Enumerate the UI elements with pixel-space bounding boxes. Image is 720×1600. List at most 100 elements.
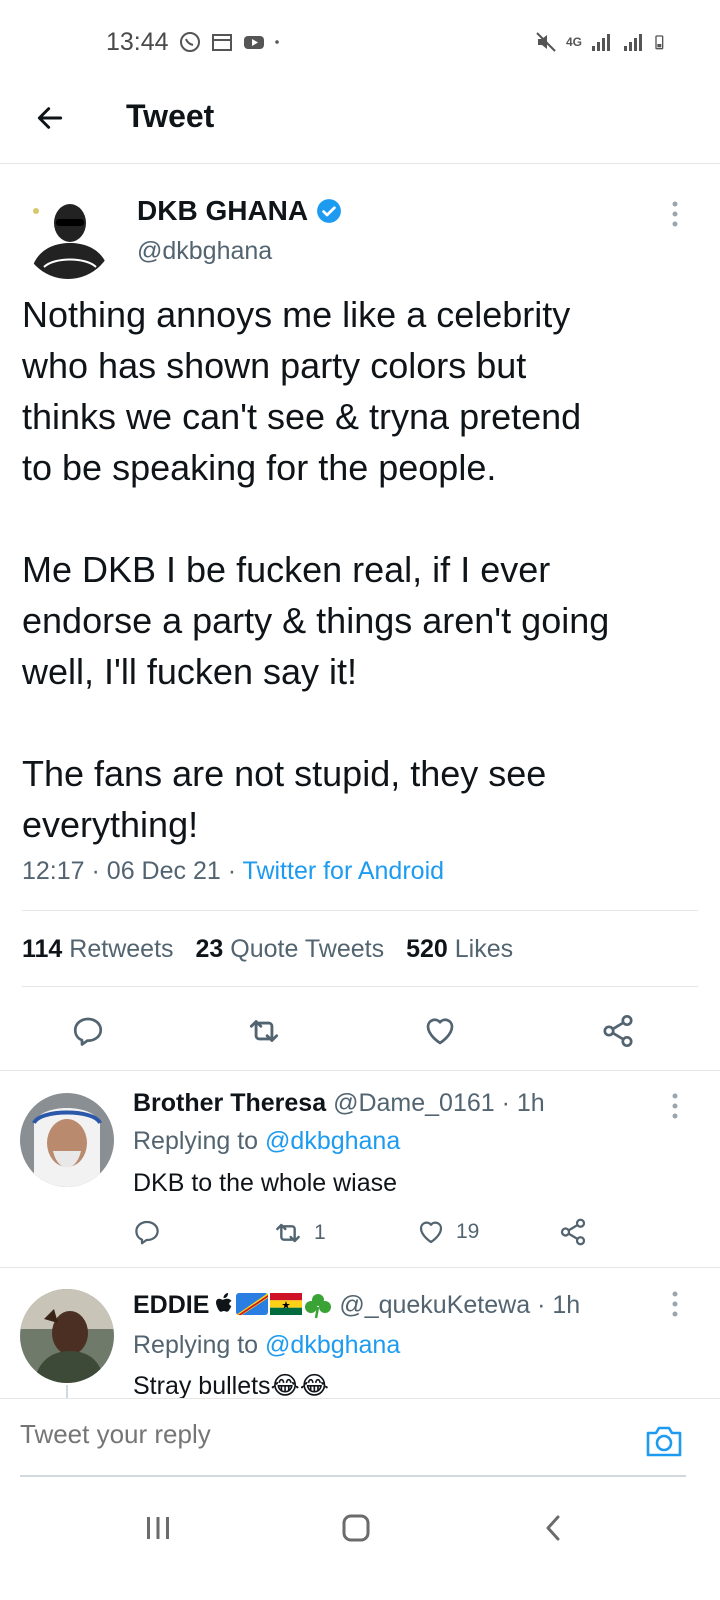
reply-input[interactable] — [20, 1419, 620, 1450]
back-nav-button[interactable] — [524, 1508, 584, 1548]
divider — [0, 1267, 720, 1268]
replying-to-handle[interactable]: @dkbghana — [265, 1331, 400, 1359]
whatsapp-icon — [180, 32, 200, 52]
author-handle[interactable]: @dkbghana — [137, 237, 272, 266]
tweet-stats: 114 Retweets 23 Quote Tweets 520 Likes — [22, 935, 513, 964]
apple-logo-icon — [216, 1293, 232, 1313]
quote-label: Quote Tweets — [230, 935, 385, 963]
system-icons: 4G — [534, 30, 670, 54]
reply-avatar[interactable] — [20, 1093, 114, 1187]
recents-icon — [147, 1517, 169, 1539]
youtube-icon — [244, 36, 264, 49]
reply-text: DKB to the whole wiase — [133, 1169, 398, 1197]
signal-2-icon — [624, 34, 642, 51]
chevron-left-icon — [546, 1515, 560, 1541]
divider — [22, 910, 698, 911]
author-name[interactable]: DKB GHANA — [137, 195, 342, 227]
retweets-count: 114 — [22, 935, 63, 963]
tweet-time: 12:17 — [22, 857, 85, 885]
verified-badge-icon — [317, 199, 342, 223]
name-emoji-flags — [216, 1293, 332, 1319]
reply-age: 1h — [516, 1089, 545, 1117]
tweet-line: endorse a party & things aren't going — [22, 600, 610, 641]
reply-retweet-button[interactable]: 1 — [272, 1217, 326, 1249]
composer-underline — [20, 1475, 686, 1477]
reply-header: Brother Theresa @Dame_0161 · 1h — [133, 1089, 545, 1117]
reply-icon — [135, 1220, 159, 1245]
heart-icon — [419, 1221, 443, 1244]
more-vertical-icon[interactable] — [670, 199, 680, 229]
tweet-actions — [0, 1007, 720, 1067]
quote-count: 23 — [195, 935, 224, 963]
reply-like-button[interactable]: 19 — [416, 1217, 479, 1247]
heart-icon — [426, 1018, 454, 1045]
retweet-button[interactable] — [244, 1011, 284, 1051]
shamrock-icon — [305, 1294, 332, 1319]
retweets-label: Retweets — [69, 935, 174, 963]
reply-header: EDDIE @_quekuKetewa · 1h — [133, 1291, 581, 1319]
reply-tweet[interactable]: EDDIE @_quekuKetewa · 1h Replying to @dk… — [0, 1271, 720, 1398]
back-button[interactable] — [30, 98, 70, 138]
like-button[interactable] — [420, 1011, 460, 1051]
tweet-line: Nothing annoys me like a celebrity — [22, 294, 571, 335]
retweet-icon — [249, 1020, 279, 1042]
tweet-timestamp: 12:17 · 06 Dec 21 · Twitter for Android — [22, 857, 445, 885]
arrow-left-icon — [37, 107, 63, 129]
tweet-source-link[interactable]: Twitter for Android — [243, 857, 444, 885]
replying-to-handle[interactable]: @dkbghana — [265, 1127, 400, 1155]
reply-composer — [0, 1398, 720, 1478]
network-type: 4G — [565, 35, 582, 49]
tweet-date: 06 Dec 21 — [106, 857, 221, 885]
tweet-line: who has shown party colors but — [22, 345, 527, 386]
drc-flag-icon — [236, 1293, 269, 1316]
likes-count: 520 — [406, 935, 448, 963]
reply-author-name[interactable]: EDDIE — [133, 1291, 209, 1319]
ghana-flag-icon — [270, 1293, 303, 1316]
status-bar: 13:44 4G — [0, 0, 720, 88]
replying-to: Replying to @dkbghana — [133, 1331, 400, 1360]
reply-retweet-count: 1 — [314, 1221, 326, 1244]
retweets-stat[interactable]: 114 Retweets — [22, 935, 174, 964]
app-header: Tweet — [0, 88, 720, 164]
system-nav-bar — [0, 1480, 720, 1600]
likes-label: Likes — [454, 935, 514, 963]
recents-button[interactable] — [128, 1508, 188, 1548]
reply-author-handle[interactable]: @Dame_0161 — [333, 1089, 495, 1117]
reply-author-name[interactable]: Brother Theresa — [133, 1089, 326, 1117]
reply-tweet[interactable]: Brother Theresa @Dame_0161 · 1h Replying… — [0, 1071, 720, 1269]
reply-age: 1h — [552, 1291, 581, 1319]
likes-stat[interactable]: 520 Likes — [406, 935, 513, 964]
mute-icon — [536, 32, 556, 52]
page-title: Tweet — [126, 98, 215, 134]
signal-icon — [592, 34, 610, 51]
author-avatar[interactable] — [22, 187, 114, 279]
dot-icon — [275, 40, 279, 44]
reply-author-handle[interactable]: @_quekuKetewa — [339, 1291, 530, 1319]
camera-icon[interactable] — [644, 1423, 684, 1459]
home-icon — [342, 1514, 370, 1542]
tweet-line: Me DKB I be fucken real, if I ever — [22, 549, 551, 590]
tweet-line: to be speaking for the people. — [22, 447, 497, 488]
share-icon — [603, 1014, 633, 1048]
thread-line — [66, 1385, 68, 1398]
tweet-text: Nothing annoys me like a celebrity who h… — [22, 289, 702, 850]
calendar-icon — [212, 34, 232, 51]
more-vertical-icon[interactable] — [670, 1091, 680, 1121]
reply-icon — [73, 1017, 103, 1046]
reply-reply-button[interactable] — [132, 1217, 162, 1247]
more-vertical-icon[interactable] — [670, 1289, 680, 1319]
reply-avatar[interactable] — [20, 1289, 114, 1383]
reply-share-button[interactable] — [558, 1217, 588, 1247]
replying-to: Replying to @dkbghana — [133, 1127, 400, 1156]
tweet-line: thinks we can't see & tryna pretend — [22, 396, 582, 437]
tweet-line: everything! — [22, 804, 199, 845]
divider — [22, 986, 698, 987]
reply-button[interactable] — [68, 1011, 108, 1051]
quote-tweets-stat[interactable]: 23 Quote Tweets — [196, 935, 385, 964]
share-button[interactable] — [598, 1011, 638, 1051]
home-button[interactable] — [326, 1508, 386, 1548]
tweet-line: well, I'll fucken say it! — [22, 651, 357, 692]
tweet-line: The fans are not stupid, they see — [22, 753, 547, 794]
reply-text: Stray bullets😂😂 — [133, 1372, 329, 1398]
status-time: 13:44 — [106, 28, 169, 56]
